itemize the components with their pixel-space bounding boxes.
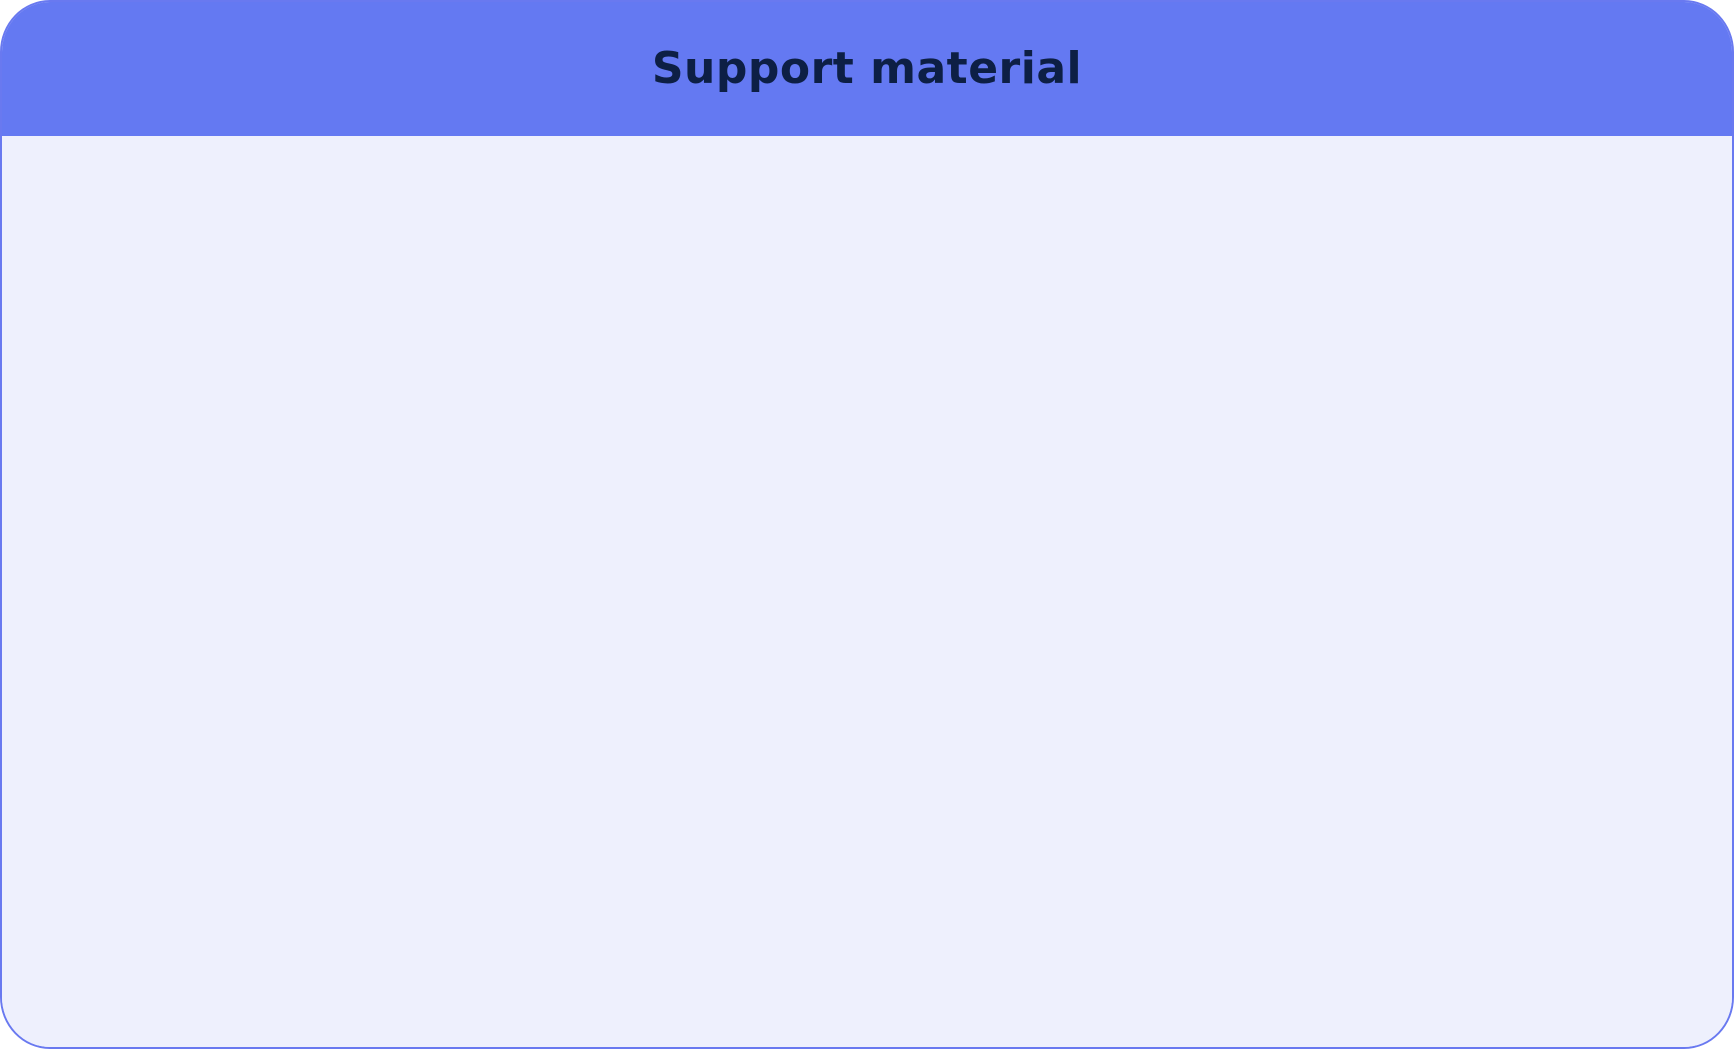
panel-title: Support material — [651, 42, 1083, 94]
panel-header: Support material — [2, 2, 1732, 136]
panel-content-area — [2, 136, 1732, 1047]
support-material-panel: Support material — [0, 0, 1734, 1049]
